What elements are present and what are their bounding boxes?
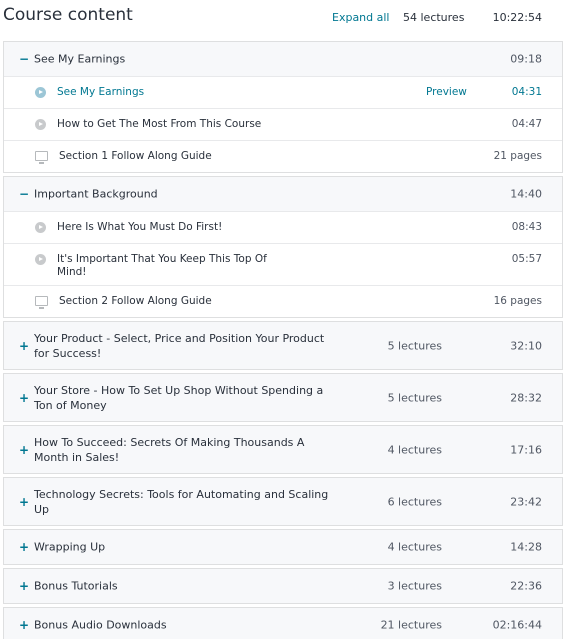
lecture-title: Here Is What You Must Do First! — [57, 221, 223, 233]
lecture-row[interactable]: Section 2 Follow Along Guide 16 pages — [4, 285, 562, 317]
expand-icon[interactable]: + — [19, 618, 29, 632]
section-duration: 22:36 — [510, 579, 542, 593]
curriculum-accordion: − See My Earnings 09:18 See My Earnings … — [3, 41, 563, 639]
play-icon — [35, 119, 46, 130]
section-lecture-count: 21 lectures — [380, 618, 442, 632]
section-lecture-count: 4 lectures — [387, 443, 442, 456]
lecture-duration: 05:57 — [511, 253, 542, 265]
section-header[interactable]: + Technology Secrets: Tools for Automati… — [4, 478, 562, 525]
lecture-duration: 04:31 — [511, 86, 542, 98]
section-title: How To Succeed: Secrets Of Making Thousa… — [34, 435, 305, 464]
section-duration: 14:28 — [510, 540, 542, 554]
section-lecture-count: 6 lectures — [387, 495, 442, 508]
document-icon — [35, 151, 48, 164]
course-content-header: Course content Expand all 54 lectures 10… — [0, 0, 565, 38]
section-header[interactable]: + How To Succeed: Secrets Of Making Thou… — [4, 426, 562, 473]
expand-icon[interactable]: + — [19, 495, 29, 509]
section-lecture-count: 5 lectures — [387, 391, 442, 404]
expand-icon[interactable]: + — [19, 391, 29, 405]
section-duration: 17:16 — [510, 443, 542, 456]
section-important-background: − Important Background 14:40 Here Is Wha… — [3, 176, 563, 318]
section-lecture-count: 4 lectures — [387, 540, 442, 554]
expand-all-button[interactable]: Expand all — [332, 11, 390, 24]
section-lecture-count: 3 lectures — [387, 579, 442, 593]
collapse-icon[interactable]: − — [19, 187, 29, 201]
play-icon — [35, 254, 46, 265]
section-bonus-tutorials: + Bonus Tutorials 3 lectures 22:36 — [3, 568, 563, 604]
section-duration: 14:40 — [510, 187, 542, 201]
section-header[interactable]: + Bonus Tutorials 3 lectures 22:36 — [4, 569, 562, 603]
lecture-title: It's Important That You Keep This Top Of… — [57, 253, 267, 278]
collapse-icon[interactable]: − — [19, 52, 29, 66]
lecture-row[interactable]: It's Important That You Keep This Top Of… — [4, 243, 562, 285]
section-duration: 32:10 — [510, 339, 542, 352]
lecture-row[interactable]: Section 1 Follow Along Guide 21 pages — [4, 140, 562, 172]
lecture-title: How to Get The Most From This Course — [57, 118, 262, 130]
section-duration: 02:16:44 — [492, 618, 542, 632]
section-header[interactable]: − See My Earnings 09:18 — [4, 42, 562, 76]
section-lecture-count: 5 lectures — [387, 339, 442, 352]
section-how-to-succeed: + How To Succeed: Secrets Of Making Thou… — [3, 425, 563, 474]
lecture-pages: 16 pages — [493, 295, 542, 307]
lecture-row[interactable]: How to Get The Most From This Course 04:… — [4, 108, 562, 140]
lecture-title: Section 2 Follow Along Guide — [59, 295, 212, 307]
document-icon — [35, 296, 48, 309]
section-header[interactable]: − Important Background 14:40 — [4, 177, 562, 211]
play-icon — [35, 87, 46, 98]
section-bonus-audio-downloads: + Bonus Audio Downloads 21 lectures 02:1… — [3, 607, 563, 639]
section-title: Your Product - Select, Price and Positio… — [34, 331, 325, 360]
section-see-my-earnings: − See My Earnings 09:18 See My Earnings … — [3, 41, 563, 173]
section-header[interactable]: + Bonus Audio Downloads 21 lectures 02:1… — [4, 608, 562, 639]
section-title: Technology Secrets: Tools for Automating… — [34, 487, 329, 516]
preview-link[interactable]: Preview — [426, 86, 467, 98]
play-icon — [35, 222, 46, 233]
lecture-row[interactable]: Here Is What You Must Do First! 08:43 — [4, 211, 562, 243]
lecture-duration: 04:47 — [511, 118, 542, 130]
section-title: Bonus Tutorials — [34, 579, 118, 593]
section-header[interactable]: + Your Store - How To Set Up Shop Withou… — [4, 374, 562, 421]
section-duration: 28:32 — [510, 391, 542, 404]
expand-icon[interactable]: + — [19, 339, 29, 353]
page-title: Course content — [3, 5, 133, 25]
total-lectures-count: 54 lectures — [403, 11, 465, 24]
section-title: Important Background — [34, 187, 158, 201]
section-title: Bonus Audio Downloads — [34, 618, 167, 632]
expand-icon[interactable]: + — [19, 579, 29, 593]
lecture-title[interactable]: See My Earnings — [57, 86, 272, 99]
section-title: See My Earnings — [34, 52, 126, 66]
section-your-store: + Your Store - How To Set Up Shop Withou… — [3, 373, 563, 422]
expand-icon[interactable]: + — [19, 540, 29, 554]
total-duration: 10:22:54 — [492, 11, 542, 24]
lecture-row[interactable]: See My Earnings Preview 04:31 — [4, 76, 562, 108]
section-title: Your Store - How To Set Up Shop Without … — [34, 383, 324, 412]
lecture-duration: 08:43 — [511, 221, 542, 233]
section-duration: 09:18 — [510, 52, 542, 66]
expand-icon[interactable]: + — [19, 443, 29, 457]
lecture-title: Section 1 Follow Along Guide — [59, 150, 212, 162]
lecture-pages: 21 pages — [493, 150, 542, 162]
section-technology-secrets: + Technology Secrets: Tools for Automati… — [3, 477, 563, 526]
section-wrapping-up: + Wrapping Up 4 lectures 14:28 — [3, 529, 563, 565]
section-your-product: + Your Product - Select, Price and Posit… — [3, 321, 563, 370]
section-header[interactable]: + Wrapping Up 4 lectures 14:28 — [4, 530, 562, 564]
section-duration: 23:42 — [510, 495, 542, 508]
section-title: Wrapping Up — [34, 540, 106, 554]
section-header[interactable]: + Your Product - Select, Price and Posit… — [4, 322, 562, 369]
